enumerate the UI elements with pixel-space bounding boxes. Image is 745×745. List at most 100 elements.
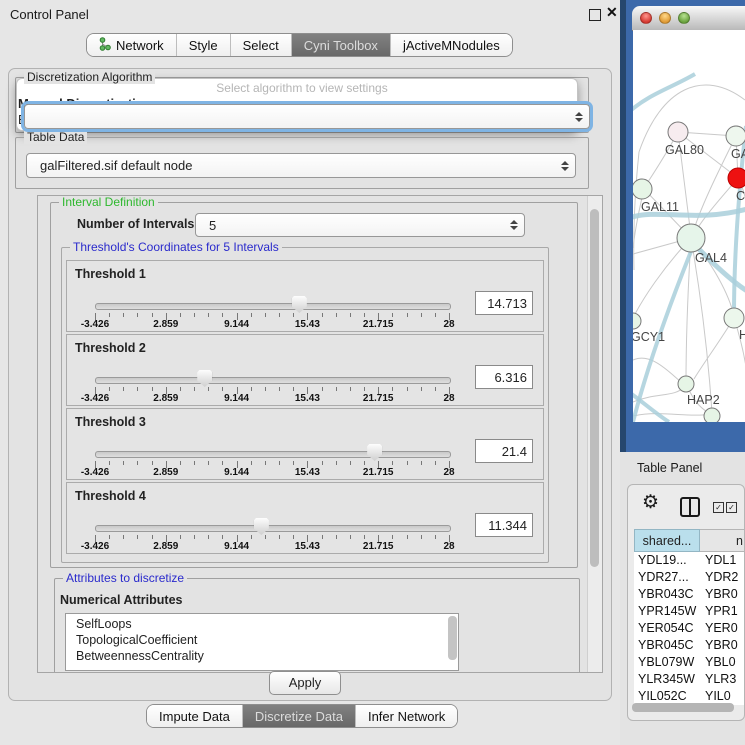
close-window-icon[interactable]: [640, 12, 652, 24]
network-node-h[interactable]: [724, 308, 744, 328]
tick-mark: [322, 461, 323, 465]
tick-mark: [152, 313, 153, 317]
tab-impute-data[interactable]: Impute Data: [147, 705, 242, 727]
network-node-ga[interactable]: [726, 126, 745, 146]
threshold-3-panel: Threshold 3-3.4262.8599.14415.4321.71528…: [66, 408, 544, 480]
tab-discretize-data[interactable]: Discretize Data: [242, 705, 355, 727]
table-row[interactable]: YDR27...YDR2: [634, 569, 745, 586]
network-node-label: GA: [731, 147, 745, 161]
threshold-value-field[interactable]: 11.344: [475, 513, 533, 537]
minimize-window-icon[interactable]: [659, 12, 671, 24]
network-window-titlebar[interactable]: [632, 6, 745, 31]
cell-name: YPR1: [700, 603, 745, 620]
tick-mark: [407, 313, 408, 317]
apply-button[interactable]: Apply: [269, 671, 341, 695]
tick-mark: [350, 313, 351, 317]
network-node[interactable]: [704, 408, 720, 422]
tick-mark: [137, 535, 138, 539]
tick-label: 28: [443, 467, 454, 478]
algorithm-combobox[interactable]: [24, 104, 590, 129]
threshold-label: Threshold 1: [75, 267, 146, 281]
network-node-hap2[interactable]: [678, 376, 694, 392]
cell-shared-name: YER054C: [634, 620, 700, 637]
tab-style[interactable]: Style: [176, 34, 230, 56]
threshold-value-field[interactable]: 14.713: [475, 291, 533, 315]
threshold-slider-thumb[interactable]: [197, 370, 212, 387]
table-row[interactable]: YLR345WYLR3: [634, 671, 745, 688]
table-row[interactable]: YBL079WYBL0: [634, 654, 745, 671]
tick-mark: [322, 387, 323, 391]
close-panel-icon[interactable]: ✕: [606, 4, 618, 21]
tab-infer-network[interactable]: Infer Network: [355, 705, 457, 727]
table-hscrollbar-thumb[interactable]: [632, 703, 734, 712]
tick-mark: [336, 313, 337, 317]
threshold-value-field[interactable]: 6.316: [475, 365, 533, 389]
tick-mark: [152, 387, 153, 391]
threshold-slider-thumb[interactable]: [254, 518, 269, 535]
network-node-c[interactable]: [728, 168, 745, 188]
tab-network[interactable]: Network: [87, 34, 176, 56]
column-header-shared-name[interactable]: shared...: [634, 529, 700, 552]
settings-scrollbar[interactable]: [587, 196, 602, 672]
listbox-scrollbar-thumb[interactable]: [448, 616, 457, 660]
network-node-label: HAP2: [687, 393, 720, 407]
network-tab-icon: [99, 37, 111, 54]
table-row[interactable]: YER054CYER0: [634, 620, 745, 637]
tick-mark: [392, 387, 393, 391]
cyni-settings-panel: Discretization Algorithm Select algorith…: [8, 68, 612, 701]
network-node-gal80[interactable]: [668, 122, 688, 142]
tab-jactivemnodules[interactable]: jActiveMNodules: [390, 34, 512, 56]
settings-scrollbar-thumb[interactable]: [590, 209, 599, 567]
column-header-name[interactable]: n: [700, 529, 745, 552]
network-node-gcy1[interactable]: [633, 313, 641, 329]
thresholds-group: Threshold's Coordinates for 5 Intervals …: [61, 247, 549, 563]
table-row[interactable]: YBR043CYBR0: [634, 586, 745, 603]
tab-cyni-toolbox[interactable]: Cyni Toolbox: [291, 34, 390, 56]
panel-title: Control Panel: [10, 7, 89, 22]
network-edge[interactable]: [633, 414, 711, 416]
tab-label: Cyni Toolbox: [304, 38, 378, 53]
interval-definition-title: Interval Definition: [59, 195, 158, 209]
threshold-slider-thumb[interactable]: [292, 296, 307, 313]
zoom-window-icon[interactable]: [678, 12, 690, 24]
threshold-slider-thumb[interactable]: [367, 444, 382, 461]
tick-mark: [137, 313, 138, 317]
network-edge[interactable]: [633, 358, 681, 382]
table-row[interactable]: YBR045CYBR0: [634, 637, 745, 654]
threshold-slider-track[interactable]: [95, 525, 451, 532]
network-node-gal4[interactable]: [677, 224, 705, 252]
table-row[interactable]: YDL19...YDL1: [634, 552, 745, 569]
threshold-slider-track[interactable]: [95, 303, 451, 310]
list-item[interactable]: TopologicalCoefficient: [76, 632, 458, 648]
tick-mark: [421, 387, 422, 391]
threshold-slider-track[interactable]: [95, 451, 451, 458]
tick-mark: [194, 387, 195, 391]
gear-icon[interactable]: ⚙: [642, 491, 659, 514]
tick-label: -3.426: [81, 393, 109, 404]
threshold-value-field[interactable]: 21.4: [475, 439, 533, 463]
list-item[interactable]: BetweennessCentrality: [76, 648, 458, 664]
threshold-slider-track[interactable]: [95, 377, 451, 384]
checkbox-icon[interactable]: ✓: [726, 502, 737, 513]
checkbox-icon[interactable]: ✓: [713, 502, 724, 513]
tick-mark: [279, 313, 280, 317]
columns-icon[interactable]: [680, 497, 700, 517]
tab-select[interactable]: Select: [230, 34, 291, 56]
float-panel-icon[interactable]: [589, 9, 601, 21]
tab-label: Style: [189, 38, 218, 53]
tick-mark: [123, 535, 124, 539]
attributes-listbox[interactable]: SelfLoopsTopologicalCoefficientBetweenne…: [65, 613, 459, 671]
table-data-combobox[interactable]: galFiltered.sif default node: [26, 153, 576, 178]
network-edge[interactable]: [694, 318, 734, 379]
tick-mark: [435, 461, 436, 465]
table-hscrollbar[interactable]: [632, 703, 738, 712]
number-of-intervals-combobox[interactable]: 5: [195, 213, 525, 237]
network-canvas[interactable]: GAL80GACGAL11GAL4GCY1HHAP2: [633, 30, 745, 422]
table-row[interactable]: YPR145WYPR1: [634, 603, 745, 620]
list-item[interactable]: SelfLoops: [76, 616, 458, 632]
network-node-gal11[interactable]: [633, 179, 652, 199]
tick-mark: [421, 313, 422, 317]
network-node-label: GAL4: [695, 251, 727, 265]
tick-label: 15.43: [295, 467, 320, 478]
table-panel-body: ⚙ ✓ ✓ shared... n YDL19...YDL1YDR27...YD…: [627, 484, 745, 721]
